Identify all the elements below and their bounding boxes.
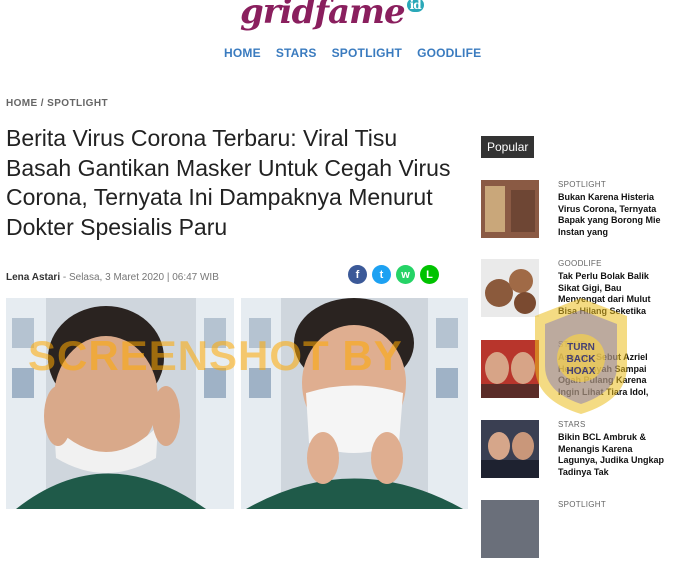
byline: Lena Astari - Selasa, 3 Maret 2020 | 06:… bbox=[6, 272, 219, 283]
main-nav: HOME STARS SPOTLIGHT GOODLIFE bbox=[224, 46, 481, 60]
popular-thumb[interactable] bbox=[481, 259, 539, 317]
popular-thumb[interactable] bbox=[481, 180, 539, 238]
popular-category: GOODLIFE bbox=[558, 259, 602, 268]
popular-title-text[interactable]: Tak Perlu Bolak Balik Sikat Gigi, Bau Me… bbox=[558, 271, 668, 317]
popular-title: Popular bbox=[481, 136, 535, 158]
breadcrumb[interactable]: HOME / SPOTLIGHT bbox=[6, 98, 108, 109]
popular-thumb[interactable] bbox=[481, 420, 539, 478]
site-logo[interactable]: gridfame id bbox=[240, 0, 430, 34]
article-photo-left bbox=[6, 298, 234, 509]
nav-stars[interactable]: STARS bbox=[276, 46, 317, 60]
popular-category: SPOTLIGHT bbox=[558, 500, 607, 509]
publish-date: - Selasa, 3 Maret 2020 | 06:47 WIB bbox=[60, 272, 219, 283]
facebook-icon[interactable]: f bbox=[348, 265, 367, 284]
article-headline: Berita Virus Corona Terbaru: Viral Tisu … bbox=[6, 125, 451, 240]
popular-item[interactable]: STARS Ashanty Sebut Azriel Hermansyah Sa… bbox=[481, 340, 678, 402]
popular-thumb[interactable] bbox=[481, 340, 539, 398]
twitter-icon[interactable]: t bbox=[372, 265, 391, 284]
popular-category: STARS bbox=[558, 340, 586, 349]
author-name[interactable]: Lena Astari bbox=[6, 272, 60, 283]
nav-home[interactable]: HOME bbox=[224, 46, 261, 60]
popular-item[interactable]: GOODLIFE Tak Perlu Bolak Balik Sikat Gig… bbox=[481, 259, 678, 321]
popular-title-text[interactable]: Bikin BCL Ambruk & Menangis Karena Lagun… bbox=[558, 432, 668, 478]
popular-title-text[interactable]: Ashanty Sebut Azriel Hermansyah Sampai O… bbox=[558, 352, 668, 398]
line-icon[interactable]: L bbox=[420, 265, 439, 284]
popular-title-text[interactable]: Bukan Karena Histeria Virus Corona, Tern… bbox=[558, 192, 668, 238]
nav-goodlife[interactable]: GOODLIFE bbox=[417, 46, 481, 60]
nav-spotlight[interactable]: SPOTLIGHT bbox=[332, 46, 402, 60]
whatsapp-icon[interactable]: w bbox=[396, 265, 415, 284]
share-buttons: f t w L bbox=[348, 265, 439, 284]
popular-item[interactable]: STARS Bikin BCL Ambruk & Menangis Karena… bbox=[481, 420, 678, 482]
popular-item[interactable]: SPOTLIGHT bbox=[481, 500, 678, 562]
popular-item[interactable]: SPOTLIGHT Bukan Karena Histeria Virus Co… bbox=[481, 180, 678, 242]
article-photo-right bbox=[241, 298, 468, 509]
popular-category: SPOTLIGHT bbox=[558, 180, 607, 189]
popular-category: STARS bbox=[558, 420, 586, 429]
